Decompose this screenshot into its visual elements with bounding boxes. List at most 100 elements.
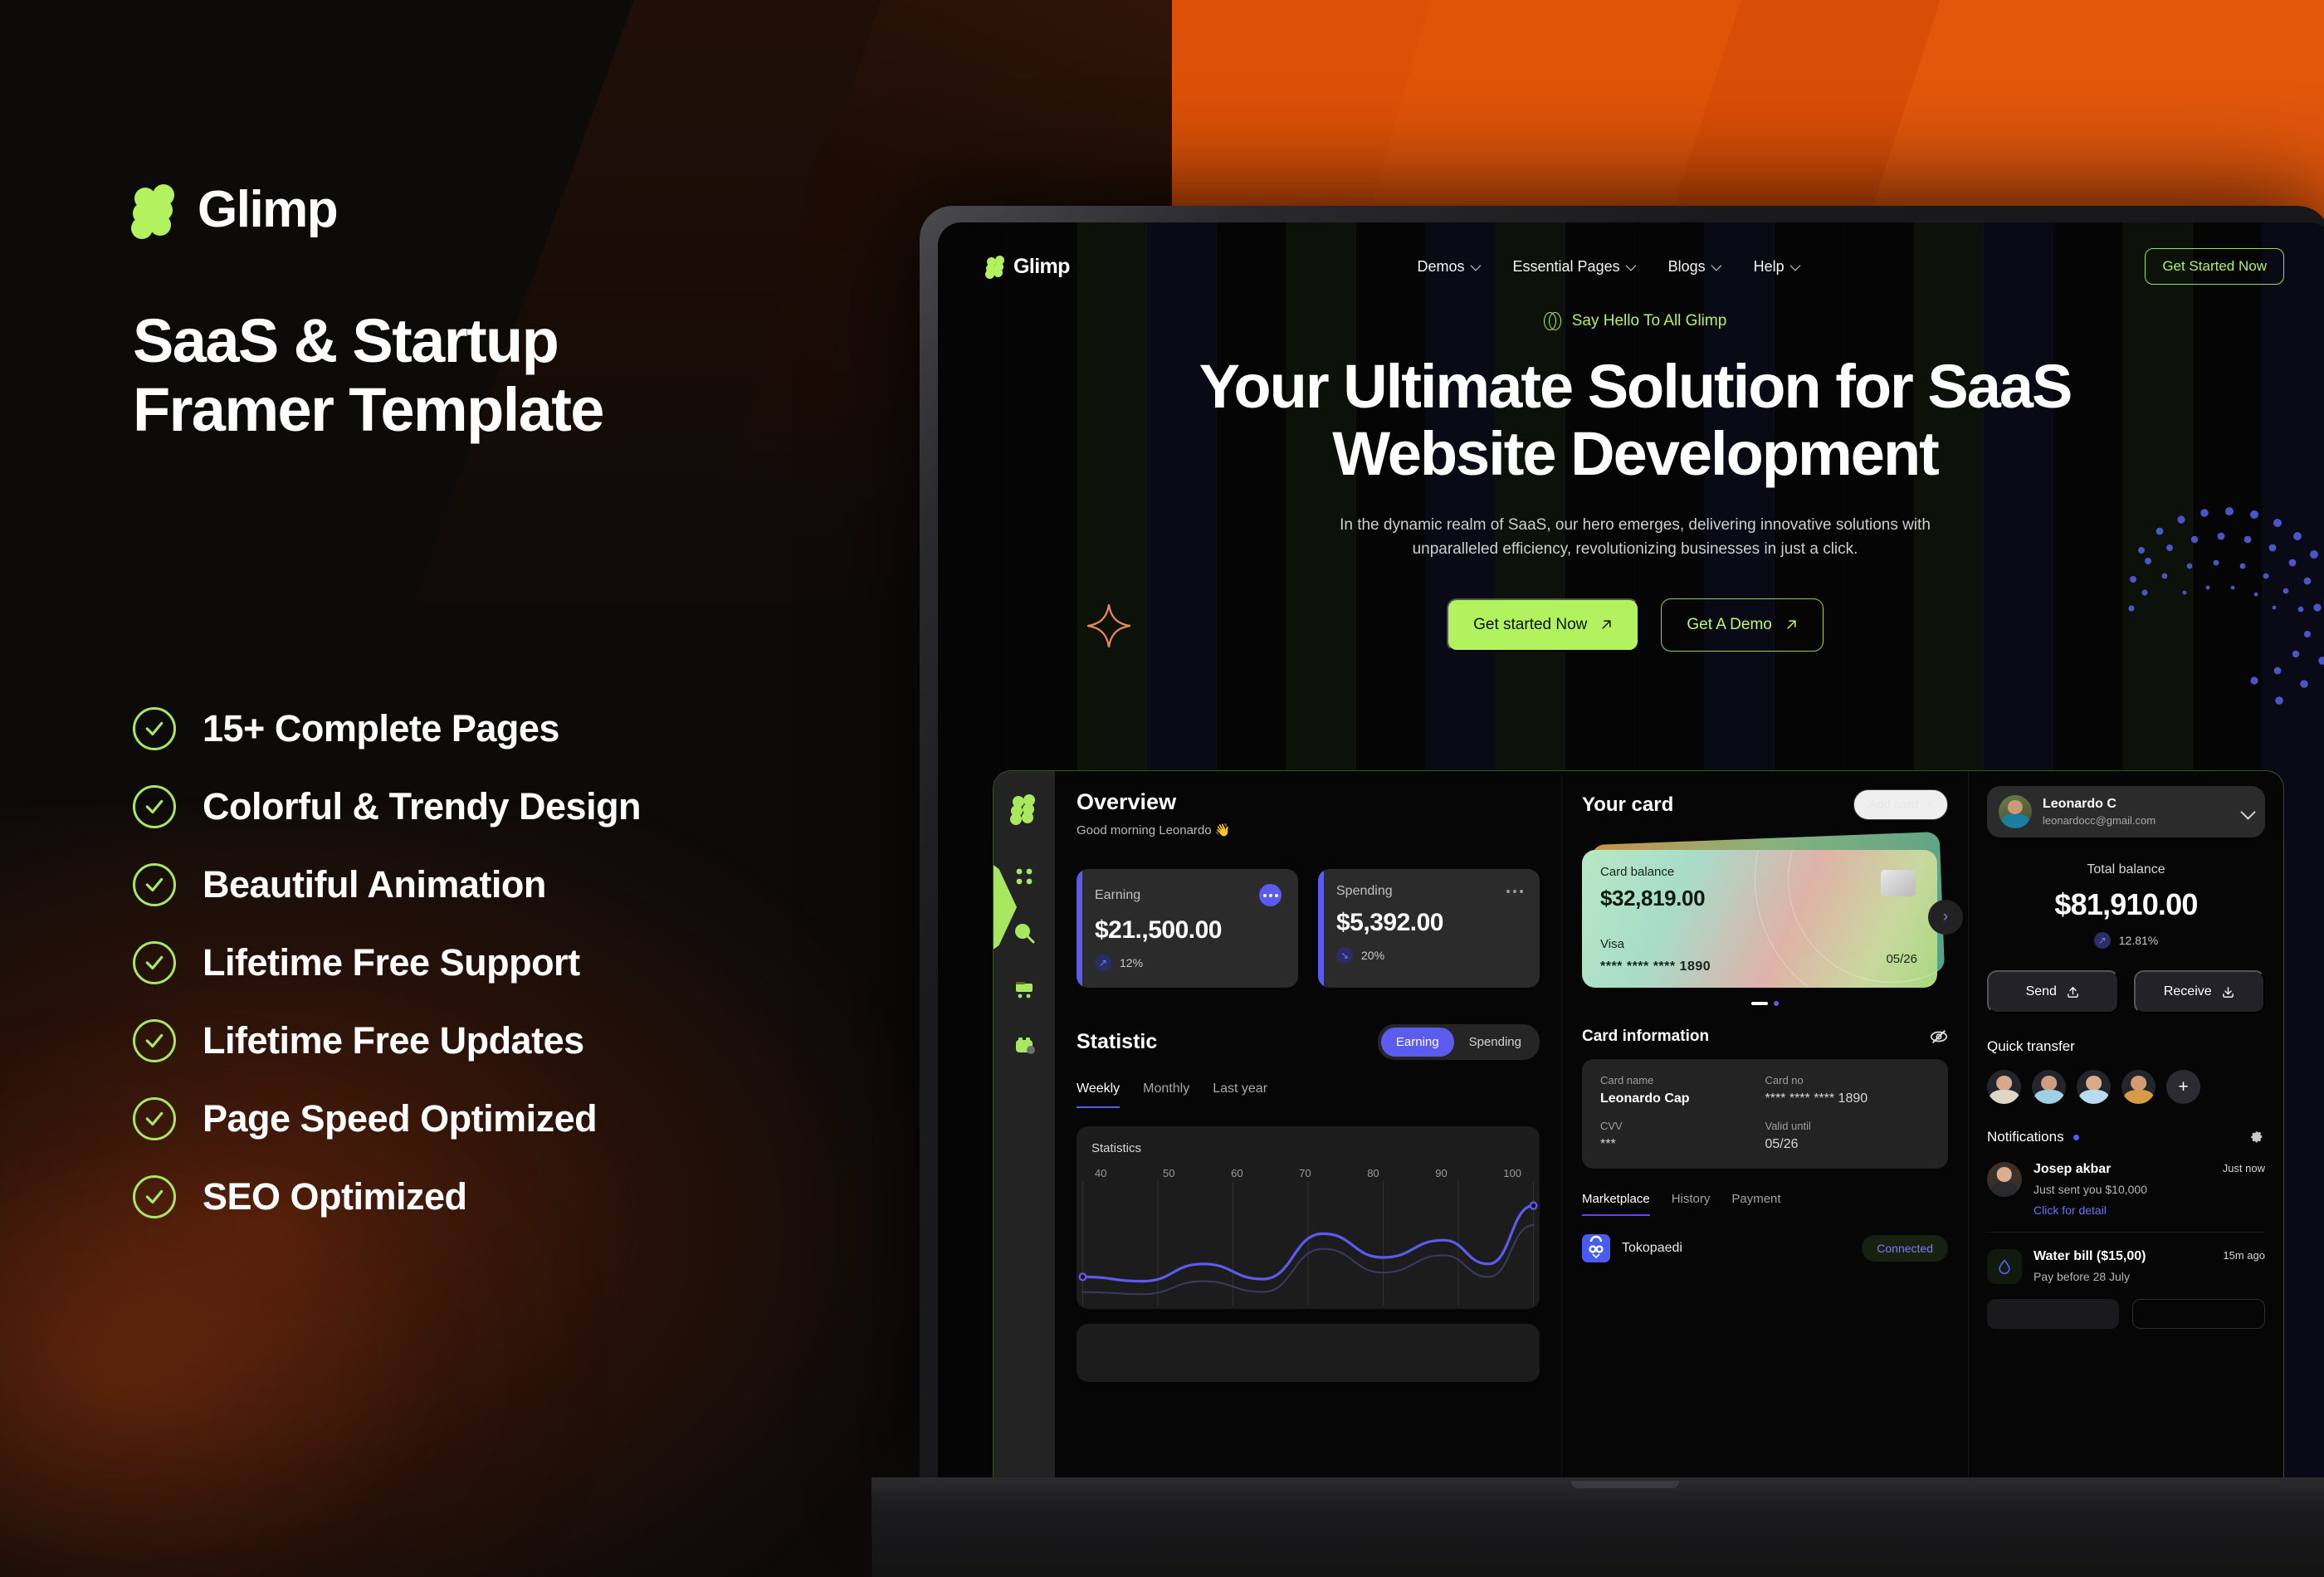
laptop-base <box>872 1477 2324 1577</box>
chevron-down-icon <box>1470 260 1481 271</box>
chart-title: Statistics <box>1091 1141 1142 1155</box>
feature-item: SEO Optimized <box>133 1175 641 1218</box>
card-pagination <box>1582 1001 1948 1006</box>
stat-card-delta-value: 20% <box>1361 949 1385 962</box>
eye-off-icon[interactable] <box>1930 1028 1948 1046</box>
x-tick: 60 <box>1231 1167 1243 1179</box>
sidebar-item-wallet[interactable] <box>1012 1033 1037 1058</box>
receive-button-label: Receive <box>2163 984 2212 998</box>
add-card-button[interactable]: Add card + <box>1853 789 1948 820</box>
get-started-now-button[interactable]: Get Started Now <box>2145 248 2284 285</box>
statistic-header: Statistic Earning Spending <box>1077 1024 1540 1060</box>
notification-link[interactable]: Click for detail <box>2034 1204 2147 1217</box>
statistics-line-chart <box>1077 1181 1540 1306</box>
nav-item-essential-pages[interactable]: Essential Pages <box>1512 257 1636 276</box>
get-started-now-cta-label: Get started Now <box>1473 615 1588 633</box>
account-email: leonardocc@gmail.com <box>2043 814 2156 827</box>
notification-pill-secondary[interactable] <box>2131 1299 2265 1329</box>
your-card-column: Your card Add card + Card balance $32,81… <box>1561 771 1968 1492</box>
x-tick: 90 <box>1435 1167 1448 1179</box>
notification-time: Just now <box>2222 1162 2265 1174</box>
field-label: CVV <box>1600 1120 1623 1132</box>
card-information-header: Card information <box>1582 1028 1948 1046</box>
segment-spending[interactable]: Spending <box>1454 1028 1536 1057</box>
feature-label: Colorful & Trendy Design <box>203 785 642 828</box>
notification-description: Just sent you $10,000 <box>2034 1183 2147 1196</box>
check-circle-icon <box>133 707 176 750</box>
search-icon <box>1015 924 1035 944</box>
notification-pill-primary[interactable] <box>1987 1299 2119 1329</box>
contact-avatar[interactable] <box>1987 1070 2021 1104</box>
stat-card-delta: ↗ 12% <box>1095 954 1282 971</box>
trend-up-icon: ↗ <box>1095 954 1111 971</box>
stat-card-header: Earning <box>1095 884 1282 906</box>
laptop-notch <box>1571 1481 1679 1488</box>
navbar-brand[interactable]: Glimp <box>985 255 1070 279</box>
tab-payment[interactable]: Payment <box>1731 1192 1780 1216</box>
notification-item[interactable]: Water bill ($15,00) Pay before 28 July 1… <box>1987 1249 2265 1284</box>
stat-card-spending[interactable]: Spending $5,392.00 ↘ 20% <box>1318 869 1540 988</box>
check-circle-icon <box>133 863 176 906</box>
nav-item-label: Help <box>1753 257 1784 275</box>
tab-marketplace[interactable]: Marketplace <box>1582 1192 1650 1216</box>
tab-weekly[interactable]: Weekly <box>1077 1081 1120 1108</box>
contact-avatar[interactable] <box>2077 1070 2111 1104</box>
tab-monthly[interactable]: Monthly <box>1143 1081 1189 1108</box>
dashboard-mockup: Overview Good morning Leonardo 👋 Earning… <box>993 770 2284 1492</box>
contact-avatar[interactable] <box>2121 1070 2156 1104</box>
sidebar-item-grid[interactable] <box>1012 864 1037 889</box>
water-drop-icon <box>1987 1249 2022 1284</box>
sidebar-item-cart[interactable] <box>1012 977 1037 1002</box>
total-balance-delta: ↗ 12.81% <box>1987 932 2265 949</box>
upload-icon <box>2068 986 2078 998</box>
plus-icon: + <box>1926 798 1933 812</box>
stat-card-earning[interactable]: Earning $21.,500.00 ↗ 12% <box>1077 869 1298 988</box>
more-dots-icon[interactable] <box>1259 884 1282 906</box>
card-information-fields: Card name Leonardo Cap Card no **** ****… <box>1582 1059 1948 1169</box>
segment-earning[interactable]: Earning <box>1380 1028 1454 1057</box>
statistics-secondary-card <box>1077 1324 1540 1382</box>
get-a-demo-cta-label: Get A Demo <box>1687 615 1772 633</box>
sparkle-icon <box>1087 604 1130 647</box>
sidebar-item-search[interactable] <box>1012 920 1037 945</box>
nav-item-demos[interactable]: Demos <box>1418 258 1481 276</box>
gear-icon[interactable] <box>2249 1130 2265 1145</box>
nav-item-label: Blogs <box>1667 257 1706 275</box>
cart-icon <box>1016 982 1033 998</box>
get-a-demo-cta[interactable]: Get A Demo <box>1661 598 1824 652</box>
nav-item-help[interactable]: Help <box>1753 257 1800 276</box>
contact-avatar[interactable] <box>2032 1070 2066 1104</box>
marketplace-row[interactable]: Tokopaedi Connected <box>1582 1234 1948 1262</box>
chevron-down-icon[interactable] <box>2240 803 2256 820</box>
glimp-mark-icon <box>1010 794 1038 825</box>
arrow-up-right-icon <box>1602 620 1612 629</box>
overview-title: Overview <box>1077 789 1177 814</box>
website-preview: Glimp Demos Essential Pages Blogs Help G… <box>938 222 2324 1492</box>
nav-item-blogs[interactable]: Blogs <box>1667 257 1721 276</box>
more-dots-icon[interactable] <box>1506 890 1523 893</box>
nav-item-label: Essential Pages <box>1512 257 1620 275</box>
tab-history[interactable]: History <box>1672 1192 1711 1216</box>
account-actions: Send Receive <box>1987 970 2265 1013</box>
notification-item[interactable]: Josep akbar Just sent you $10,000 Click … <box>1987 1162 2265 1217</box>
pager-active[interactable] <box>1751 1002 1768 1005</box>
notification-title: Josep akbar <box>2034 1162 2112 1176</box>
field-label: Valid until <box>1765 1120 1811 1132</box>
x-tick: 70 <box>1299 1167 1311 1179</box>
tokopaedi-icon <box>1582 1234 1610 1262</box>
marketplace-name: Tokopaedi <box>1622 1241 1682 1255</box>
card-next-button[interactable]: › <box>1928 900 1963 935</box>
pager-dot[interactable] <box>1774 1001 1779 1006</box>
page-title: SaaS & Startup Framer Template <box>133 306 880 445</box>
account-name: Leonardo C <box>2043 797 2116 811</box>
marketplace-tabs: Marketplace History Payment <box>1582 1192 1948 1216</box>
add-contact-button[interactable]: + <box>2166 1070 2200 1104</box>
x-tick: 50 <box>1163 1167 1175 1179</box>
tab-last-year[interactable]: Last year <box>1213 1081 1267 1108</box>
send-button[interactable]: Send <box>1987 970 2119 1013</box>
get-started-now-cta[interactable]: Get started Now <box>1447 598 1640 652</box>
receive-button[interactable]: Receive <box>2133 970 2265 1013</box>
account-profile[interactable]: Leonardo C leonardocc@gmail.com <box>1987 786 2265 837</box>
credit-card[interactable]: Card balance $32,819.00 Visa **** **** *… <box>1582 850 1937 988</box>
x-tick: 100 <box>1503 1167 1521 1179</box>
